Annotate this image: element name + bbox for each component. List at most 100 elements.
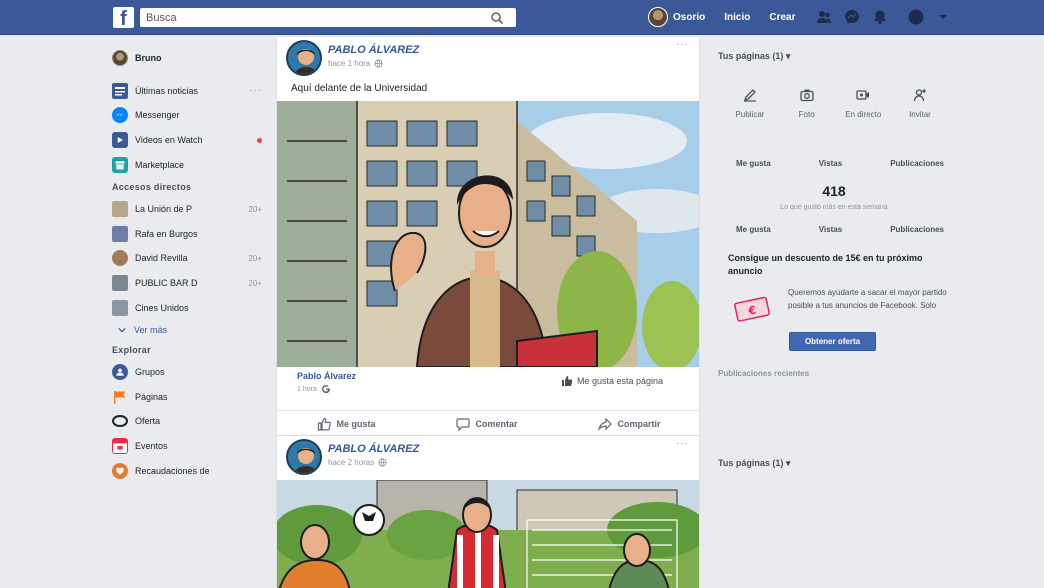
friends-icon[interactable]: [816, 9, 832, 25]
sidebar-item-label: Marketplace: [135, 159, 185, 170]
post-timestamp: hace 1 hora: [328, 59, 383, 68]
page-icon: [112, 201, 128, 218]
messenger-icon: [112, 107, 128, 124]
shortcut-label: PUBLIC BAR D: [135, 278, 198, 289]
search-input[interactable]: [140, 8, 516, 27]
shortcut-item[interactable]: Rafa en Burgos: [112, 222, 262, 247]
sidebar-item-label: Oferta: [135, 416, 161, 427]
shortcut-item[interactable]: PUBLIC BAR D 20+: [112, 271, 262, 296]
page-name-link[interactable]: Pablo Álvarez: [297, 371, 356, 381]
recent-posts-heading[interactable]: Publicaciones recientes: [718, 369, 950, 378]
photo-label: Foto: [798, 110, 815, 119]
publish-label: Publicar: [735, 110, 765, 119]
shortcut-count: 20+: [248, 278, 262, 288]
more-options-icon[interactable]: ···: [249, 85, 262, 96]
sidebar-item-label: Eventos: [135, 441, 168, 452]
globe-icon: [374, 59, 383, 68]
promo-body: € Queremos ayudarte a sacar el mayor par…: [718, 286, 950, 324]
sidebar-item-pages[interactable]: Páginas: [112, 385, 262, 410]
thumbs-up-icon: [318, 417, 332, 431]
sidebar-item-offers[interactable]: Oferta: [112, 409, 262, 434]
sidebar-item-news[interactable]: Últimas noticias ···: [112, 79, 262, 104]
marketplace-icon: [112, 156, 128, 173]
post-timestamp: hace 2 horas: [328, 458, 387, 467]
page-info-row: Pablo Álvarez 1 hora Me gusta esta págin…: [277, 367, 699, 397]
post-author[interactable]: PABLO ÁLVAREZ: [328, 44, 419, 56]
your-pages-heading[interactable]: Tus páginas (1) ▾: [718, 48, 950, 70]
stat-label-views: Vistas: [818, 224, 843, 234]
chevron-down-icon: [118, 327, 126, 333]
post-header: PABLO ÁLVAREZ hace 2 horas ···: [277, 436, 699, 480]
post-author[interactable]: PABLO ÁLVAREZ: [328, 443, 419, 455]
post-time[interactable]: hace 2 horas: [328, 458, 374, 467]
shortcut-label: Cines Unidos: [135, 302, 189, 313]
groups-icon: [112, 364, 128, 381]
camera-icon: [800, 89, 814, 102]
page-sub-text: 1 hora: [297, 385, 317, 393]
shortcuts-heading: Accesos directos: [112, 181, 192, 192]
shortcut-item[interactable]: La Unión de P 20+: [112, 197, 262, 222]
like-button[interactable]: Me gusta: [317, 417, 376, 431]
post-image[interactable]: [277, 101, 700, 367]
create-link[interactable]: Crear: [769, 12, 795, 23]
like-page-label: Me gusta esta página: [576, 376, 663, 386]
profile-link[interactable]: Osorio: [673, 12, 705, 23]
like-label: Me gusta: [336, 418, 376, 429]
shortcut-item[interactable]: Cines Unidos: [112, 295, 262, 320]
get-offer-button[interactable]: Obtener oferta: [789, 332, 876, 351]
sidebar-item-label: Grupos: [135, 367, 165, 378]
avatar: [112, 50, 128, 67]
sidebar-item-label: Recaudaciones de: [135, 465, 210, 476]
stats-header: Me gusta Vistas Publicaciones: [718, 152, 950, 174]
your-pages-heading-2[interactable]: Tus páginas (1) ▾: [718, 458, 790, 469]
comment-label: Comentar: [475, 418, 518, 429]
more-options-icon[interactable]: ···: [676, 438, 689, 449]
live-label: En directo: [845, 110, 882, 119]
post-time[interactable]: hace 1 hora: [328, 59, 370, 68]
profile-nav-item[interactable]: Bruno: [112, 46, 262, 71]
search-icon[interactable]: [490, 11, 504, 25]
post-image[interactable]: [277, 480, 700, 588]
see-more-link[interactable]: Ver más: [112, 320, 262, 340]
avatar[interactable]: [286, 40, 322, 76]
sidebar-item-events[interactable]: Eventos: [112, 434, 262, 459]
stats-header-2: Me gusta Vistas Publicaciones: [718, 218, 950, 240]
invite-button[interactable]: Invitar: [898, 88, 942, 152]
flag-icon: [112, 389, 128, 405]
help-icon[interactable]: [908, 9, 924, 25]
sidebar-item-label: Videos en Watch: [135, 135, 203, 146]
stats-caption: Lo que gustó más en esta semana: [780, 204, 888, 211]
calendar-icon: [112, 438, 128, 455]
page-icon: [112, 299, 128, 316]
post-text: Aquí delante de la Universidad: [291, 83, 428, 94]
promo-title: Consigue un descuento de 15€ en tu próxi…: [728, 253, 923, 276]
share-icon: [598, 417, 613, 431]
like-page-button[interactable]: Me gusta esta página: [561, 375, 663, 387]
facebook-logo[interactable]: f: [113, 7, 134, 28]
page-icon: [112, 225, 128, 242]
comment-icon: [456, 417, 471, 431]
publish-button[interactable]: Publicar: [728, 88, 772, 152]
sidebar-item-fundraisers[interactable]: Recaudaciones de: [112, 458, 262, 483]
sidebar-item-messenger[interactable]: Messenger: [112, 103, 262, 128]
avatar[interactable]: [648, 7, 668, 27]
comment-button[interactable]: Comentar: [456, 417, 518, 431]
bell-icon[interactable]: [872, 9, 888, 25]
sidebar-item-watch[interactable]: Videos en Watch: [112, 128, 262, 153]
messenger-icon[interactable]: [844, 9, 860, 25]
sidebar-item-groups[interactable]: Grupos: [112, 360, 262, 385]
shortcut-count: 20+: [248, 204, 262, 214]
more-options-icon[interactable]: ···: [676, 39, 689, 50]
sidebar-item-marketplace[interactable]: Marketplace: [112, 152, 262, 177]
shortcut-item[interactable]: David Revilla 20+: [112, 246, 262, 271]
chevron-down-icon[interactable]: [938, 12, 948, 22]
share-button[interactable]: Compartir: [598, 417, 661, 431]
explore-heading: Explorar: [112, 344, 151, 355]
sidebar-item-label: Últimas noticias: [135, 85, 199, 96]
avatar[interactable]: [286, 439, 322, 475]
live-button[interactable]: En directo: [841, 88, 885, 152]
photo-button[interactable]: Foto: [785, 88, 829, 152]
home-link[interactable]: Inicio: [724, 12, 750, 23]
left-nav: Bruno Últimas noticias ··· Messenger Vid…: [112, 46, 262, 483]
globe-icon: [378, 458, 387, 467]
